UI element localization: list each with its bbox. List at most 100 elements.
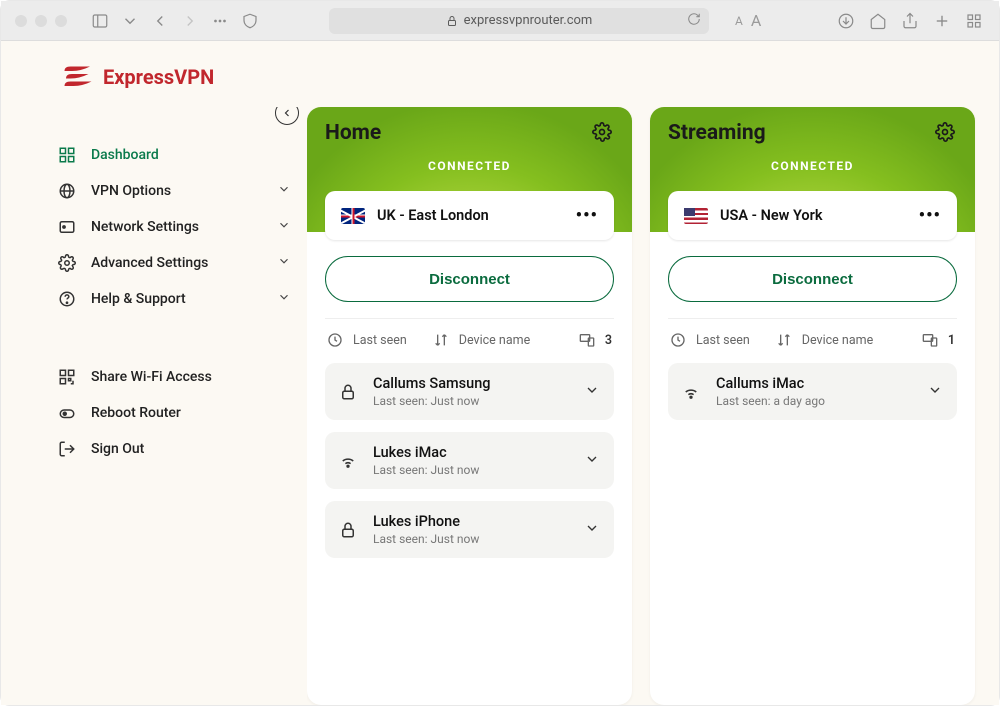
sidebar-item-label: Sign Out bbox=[91, 441, 291, 457]
text-size-large-icon[interactable]: A bbox=[751, 11, 761, 30]
group-title: Home bbox=[325, 121, 381, 145]
last-seen-header[interactable]: Last seen bbox=[696, 333, 750, 348]
more-icon[interactable]: ••• bbox=[576, 205, 598, 226]
browser-toolbar: expressvpnrouter.com A A bbox=[1, 1, 999, 41]
lock-icon bbox=[446, 15, 458, 27]
collapse-sidebar-button[interactable] bbox=[275, 107, 299, 125]
sort-icon bbox=[776, 331, 794, 349]
sidebar: Dashboard VPN Options Network Settings A… bbox=[57, 107, 307, 705]
location-name: UK - East London bbox=[377, 207, 564, 224]
close-window-dot[interactable] bbox=[15, 15, 27, 27]
group-title: Streaming bbox=[668, 121, 766, 145]
flag-uk-icon bbox=[341, 208, 365, 224]
chevron-down-icon bbox=[277, 182, 291, 200]
chevron-down-icon bbox=[584, 451, 600, 471]
device-name: Lukes iPhone bbox=[373, 513, 570, 530]
sidebar-item-label: Dashboard bbox=[91, 147, 291, 163]
devices-icon bbox=[922, 331, 940, 349]
back-icon[interactable] bbox=[149, 10, 171, 32]
flag-us-icon bbox=[684, 208, 708, 224]
lock-icon bbox=[339, 383, 359, 401]
device-last-seen: Last seen: Just now bbox=[373, 394, 570, 408]
device-name: Callums Samsung bbox=[373, 375, 570, 392]
clock-icon bbox=[327, 331, 345, 349]
device-name-header[interactable]: Device name bbox=[459, 333, 530, 348]
group-card: Home CONNECTED UK - East London ••• Disc… bbox=[307, 107, 632, 705]
device-row[interactable]: Lukes iMac Last seen: Just now bbox=[325, 432, 614, 489]
disconnect-button[interactable]: Disconnect bbox=[325, 256, 614, 302]
sidebar-item-label: VPN Options bbox=[91, 183, 263, 199]
connection-status: CONNECTED bbox=[325, 159, 614, 173]
sidebar-item-network-settings[interactable]: Network Settings bbox=[57, 209, 307, 245]
sidebar-toggle-icon[interactable] bbox=[89, 10, 111, 32]
device-last-seen: Last seen: a day ago bbox=[716, 394, 913, 408]
shield-icon[interactable] bbox=[239, 10, 261, 32]
window-controls bbox=[15, 15, 67, 27]
clock-icon bbox=[670, 331, 688, 349]
location-selector[interactable]: USA - New York ••• bbox=[668, 191, 957, 240]
wifi-icon bbox=[339, 452, 359, 470]
lock-icon bbox=[339, 521, 359, 539]
reload-icon[interactable] bbox=[687, 12, 701, 30]
brand: ExpressVPN bbox=[1, 41, 999, 107]
sidebar-item-label: Advanced Settings bbox=[91, 255, 263, 271]
sidebar-item-share-wifi[interactable]: Share Wi-Fi Access bbox=[57, 359, 307, 395]
last-seen-header[interactable]: Last seen bbox=[353, 333, 407, 348]
downloads-icon[interactable] bbox=[835, 10, 857, 32]
group-settings-button[interactable] bbox=[592, 122, 614, 144]
location-selector[interactable]: UK - East London ••• bbox=[325, 191, 614, 240]
device-last-seen: Last seen: Just now bbox=[373, 463, 570, 477]
tab-overview-icon[interactable] bbox=[209, 10, 231, 32]
chevron-down-icon bbox=[584, 382, 600, 402]
sidebar-item-reboot[interactable]: Reboot Router bbox=[57, 395, 307, 431]
maximize-window-dot[interactable] bbox=[55, 15, 67, 27]
globe-icon bbox=[57, 181, 77, 201]
new-tab-icon[interactable] bbox=[931, 10, 953, 32]
disconnect-button[interactable]: Disconnect bbox=[668, 256, 957, 302]
sign-out-icon bbox=[57, 439, 77, 459]
sidebar-item-advanced-settings[interactable]: Advanced Settings bbox=[57, 245, 307, 281]
minimize-window-dot[interactable] bbox=[35, 15, 47, 27]
sidebar-item-dashboard[interactable]: Dashboard bbox=[57, 137, 307, 173]
forward-icon[interactable] bbox=[179, 10, 201, 32]
sidebar-item-label: Reboot Router bbox=[91, 405, 291, 421]
sort-icon bbox=[433, 331, 451, 349]
brand-logo-icon bbox=[63, 65, 93, 89]
brand-name: ExpressVPN bbox=[103, 65, 214, 89]
group-card: Streaming CONNECTED USA - New York ••• D… bbox=[650, 107, 975, 705]
chevron-down-icon bbox=[584, 520, 600, 540]
device-row[interactable]: Lukes iPhone Last seen: Just now bbox=[325, 501, 614, 558]
network-icon bbox=[57, 217, 77, 237]
connection-status: CONNECTED bbox=[668, 159, 957, 173]
dashboard-main: Home CONNECTED UK - East London ••• Disc… bbox=[307, 107, 999, 705]
home-icon[interactable] bbox=[867, 10, 889, 32]
device-list-header: Last seen Device name 3 bbox=[325, 318, 614, 363]
share-icon[interactable] bbox=[899, 10, 921, 32]
chevron-down-icon bbox=[927, 382, 943, 402]
address-bar[interactable]: expressvpnrouter.com bbox=[329, 8, 709, 34]
device-name-header[interactable]: Device name bbox=[802, 333, 873, 348]
chevron-down-icon bbox=[277, 254, 291, 272]
url-text: expressvpnrouter.com bbox=[464, 13, 593, 28]
gear-icon bbox=[57, 253, 77, 273]
device-name: Callums iMac bbox=[716, 375, 913, 392]
tabs-grid-icon[interactable] bbox=[963, 10, 985, 32]
devices-icon bbox=[579, 331, 597, 349]
dashboard-icon bbox=[57, 145, 77, 165]
group-settings-button[interactable] bbox=[935, 122, 957, 144]
sidebar-item-vpn-options[interactable]: VPN Options bbox=[57, 173, 307, 209]
device-row[interactable]: Callums Samsung Last seen: Just now bbox=[325, 363, 614, 420]
text-size-small-icon[interactable]: A bbox=[735, 14, 743, 28]
sidebar-item-help-support[interactable]: Help & Support bbox=[57, 281, 307, 317]
wifi-icon bbox=[682, 383, 702, 401]
device-list-header: Last seen Device name 1 bbox=[668, 318, 957, 363]
chevron-down-icon bbox=[277, 218, 291, 236]
dropdown-chevron-icon[interactable] bbox=[119, 10, 141, 32]
device-row[interactable]: Callums iMac Last seen: a day ago bbox=[668, 363, 957, 420]
sidebar-item-sign-out[interactable]: Sign Out bbox=[57, 431, 307, 467]
qr-icon bbox=[57, 367, 77, 387]
sidebar-item-label: Share Wi-Fi Access bbox=[91, 369, 291, 385]
device-count: 1 bbox=[948, 333, 955, 348]
more-icon[interactable]: ••• bbox=[919, 205, 941, 226]
chevron-down-icon bbox=[277, 290, 291, 308]
